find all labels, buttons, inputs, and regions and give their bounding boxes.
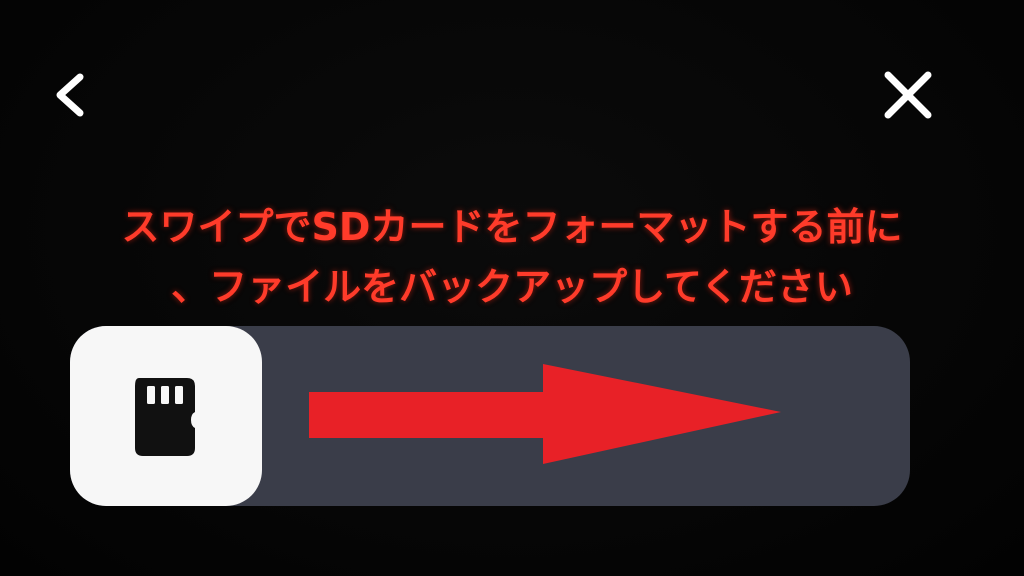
arrow-right-icon — [309, 364, 781, 464]
format-confirm-screen: スワイプでSDカードをフォーマットする前に 、ファイルをバックアップしてください — [0, 0, 1024, 576]
back-button[interactable] — [33, 60, 103, 130]
chevron-left-icon — [56, 73, 84, 117]
slider-knob[interactable] — [70, 326, 262, 506]
sd-card-icon — [135, 378, 195, 456]
warning-message-line-1: スワイプでSDカードをフォーマットする前に — [121, 205, 903, 249]
warning-message-line-2: 、ファイルをバックアップしてください — [171, 265, 853, 309]
close-icon — [884, 71, 932, 119]
close-button[interactable] — [873, 60, 943, 130]
swipe-direction-arrow — [305, 362, 785, 466]
